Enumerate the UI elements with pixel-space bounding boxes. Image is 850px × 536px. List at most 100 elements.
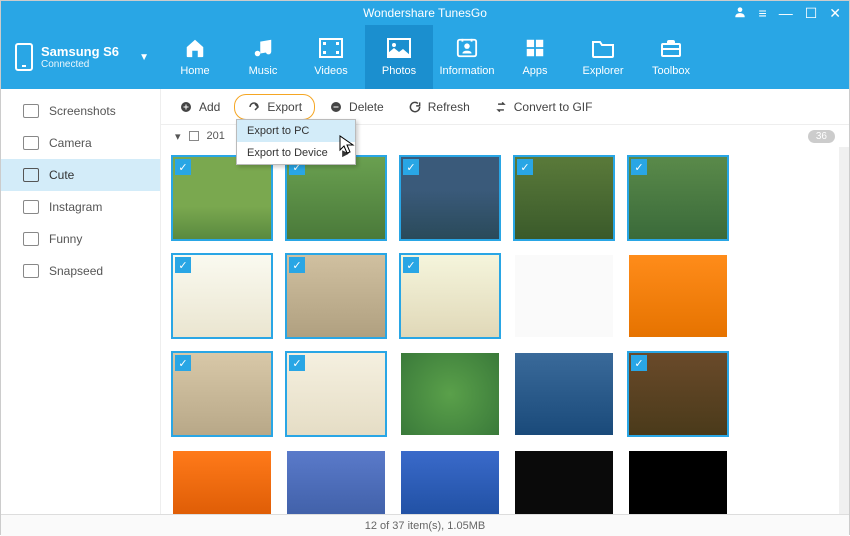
sidebar-item-funny[interactable]: Funny — [1, 223, 160, 255]
sidebar-label: Cute — [49, 168, 74, 182]
photo-thumb[interactable]: ✓ — [285, 351, 387, 437]
export-to-pc-item[interactable]: Export to PC — [237, 120, 355, 142]
thumb-image — [515, 255, 613, 337]
photo-thumb[interactable] — [627, 449, 729, 514]
nav-label: Apps — [522, 65, 547, 77]
thumb-image — [515, 451, 613, 514]
photo-thumb[interactable]: ✓ — [171, 351, 273, 437]
toolbar: Add Export Delete Refresh Convert to GIF… — [161, 89, 849, 125]
check-icon: ✓ — [517, 159, 533, 175]
photo-thumb[interactable] — [513, 351, 615, 437]
thumb-image — [629, 451, 727, 514]
nav-home[interactable]: Home — [161, 25, 229, 89]
check-icon: ✓ — [403, 159, 419, 175]
photo-thumb[interactable]: ✓ — [285, 155, 387, 241]
photo-thumb[interactable] — [513, 449, 615, 514]
check-icon: ✓ — [289, 355, 305, 371]
convert-icon — [494, 100, 508, 114]
sidebar-label: Screenshots — [49, 104, 116, 118]
photo-thumb[interactable]: ✓ — [627, 351, 729, 437]
maximize-icon[interactable]: ☐ — [805, 5, 818, 22]
check-icon: ✓ — [631, 159, 647, 175]
nav-music[interactable]: Music — [229, 25, 297, 89]
sidebar-label: Instagram — [49, 200, 102, 214]
checkbox-icon[interactable] — [189, 131, 199, 141]
nav-apps[interactable]: Apps — [501, 25, 569, 89]
sidebar-item-snapseed[interactable]: Snapseed — [1, 255, 160, 287]
app-title: Wondershare TunesGo — [363, 6, 487, 20]
group-year: 201 — [207, 130, 225, 142]
thumb-image — [629, 255, 727, 337]
export-button[interactable]: Export — [237, 96, 312, 118]
minimize-icon[interactable]: — — [779, 5, 793, 21]
photo-thumb[interactable]: ✓ — [399, 253, 501, 339]
device-name: Samsung S6 — [41, 44, 119, 59]
album-icon — [23, 264, 39, 278]
toolbox-icon — [658, 37, 684, 59]
menu-icon[interactable]: ≡ — [759, 5, 767, 21]
title-bar: Wondershare TunesGo ≡ — ☐ ✕ — [1, 1, 849, 25]
nav-label: Videos — [314, 65, 347, 77]
photo-thumb[interactable] — [627, 253, 729, 339]
nav-label: Photos — [382, 65, 416, 77]
check-icon: ✓ — [289, 257, 305, 273]
thumb-image — [401, 353, 499, 435]
music-icon — [250, 37, 276, 59]
photo-thumb[interactable]: ✓ — [171, 253, 273, 339]
apps-icon — [522, 37, 548, 59]
sidebar: Screenshots Camera Cute Instagram Funny Snaps… — [1, 89, 161, 514]
scrollbar[interactable] — [839, 147, 849, 514]
information-icon — [454, 37, 480, 59]
photo-thumb[interactable]: ✓ — [627, 155, 729, 241]
check-icon: ✓ — [175, 257, 191, 273]
submenu-arrow-icon: ▶ — [342, 148, 349, 159]
status-bar: 12 of 37 item(s), 1.05MB — [1, 514, 849, 536]
collapse-icon: ▾ — [175, 130, 181, 143]
photo-thumb[interactable] — [513, 253, 615, 339]
thumb-image — [401, 451, 499, 514]
photo-thumb[interactable] — [399, 449, 501, 514]
album-icon — [23, 232, 39, 246]
header: Samsung S6 Connected ▼ HomeMusic Videos Ph… — [1, 25, 849, 89]
nav-explorer[interactable]: Explorer — [569, 25, 637, 89]
nav-label: Toolbox — [652, 65, 690, 77]
album-icon — [23, 200, 39, 214]
sidebar-item-instagram[interactable]: Instagram — [1, 191, 160, 223]
nav-label: Explorer — [583, 65, 624, 77]
status-text: 12 of 37 item(s), 1.05MB — [365, 520, 485, 532]
sidebar-label: Funny — [49, 232, 82, 246]
nav-toolbox[interactable]: Toolbox — [637, 25, 705, 89]
chevron-down-icon: ▼ — [139, 52, 149, 63]
group-count: 36 — [808, 130, 835, 143]
photo-thumb[interactable] — [285, 449, 387, 514]
photo-thumb[interactable] — [399, 351, 501, 437]
photo-thumb[interactable] — [171, 449, 273, 514]
refresh-icon — [408, 100, 422, 114]
photos-icon — [386, 37, 412, 59]
photo-grid: ✓✓✓✓✓✓✓✓✓✓✓ — [161, 147, 839, 514]
photo-thumb[interactable]: ✓ — [399, 155, 501, 241]
sidebar-item-camera[interactable]: Camera — [1, 127, 160, 159]
export-to-device-item[interactable]: Export to Device▶ — [237, 142, 355, 164]
explorer-icon — [590, 37, 616, 59]
add-button[interactable]: Add — [169, 96, 230, 118]
device-selector[interactable]: Samsung S6 Connected ▼ — [1, 25, 161, 89]
photo-thumb[interactable]: ✓ — [171, 155, 273, 241]
close-icon[interactable]: ✕ — [829, 5, 841, 22]
photo-thumb[interactable]: ✓ — [285, 253, 387, 339]
delete-button[interactable]: Delete — [319, 96, 394, 118]
nav-videos[interactable]: Videos — [297, 25, 365, 89]
nav-photos[interactable]: Photos — [365, 25, 433, 89]
export-highlight: Export — [234, 94, 315, 120]
convert-button[interactable]: Convert to GIF — [484, 96, 603, 118]
nav-information[interactable]: Information — [433, 25, 501, 89]
thumb-image — [173, 451, 271, 514]
user-icon[interactable] — [733, 5, 747, 22]
sidebar-item-cute[interactable]: Cute — [1, 159, 160, 191]
sidebar-item-screenshots[interactable]: Screenshots — [1, 95, 160, 127]
photo-thumb[interactable]: ✓ — [513, 155, 615, 241]
plus-icon — [179, 100, 193, 114]
album-icon — [23, 136, 39, 150]
sidebar-label: Camera — [49, 136, 92, 150]
refresh-button[interactable]: Refresh — [398, 96, 480, 118]
